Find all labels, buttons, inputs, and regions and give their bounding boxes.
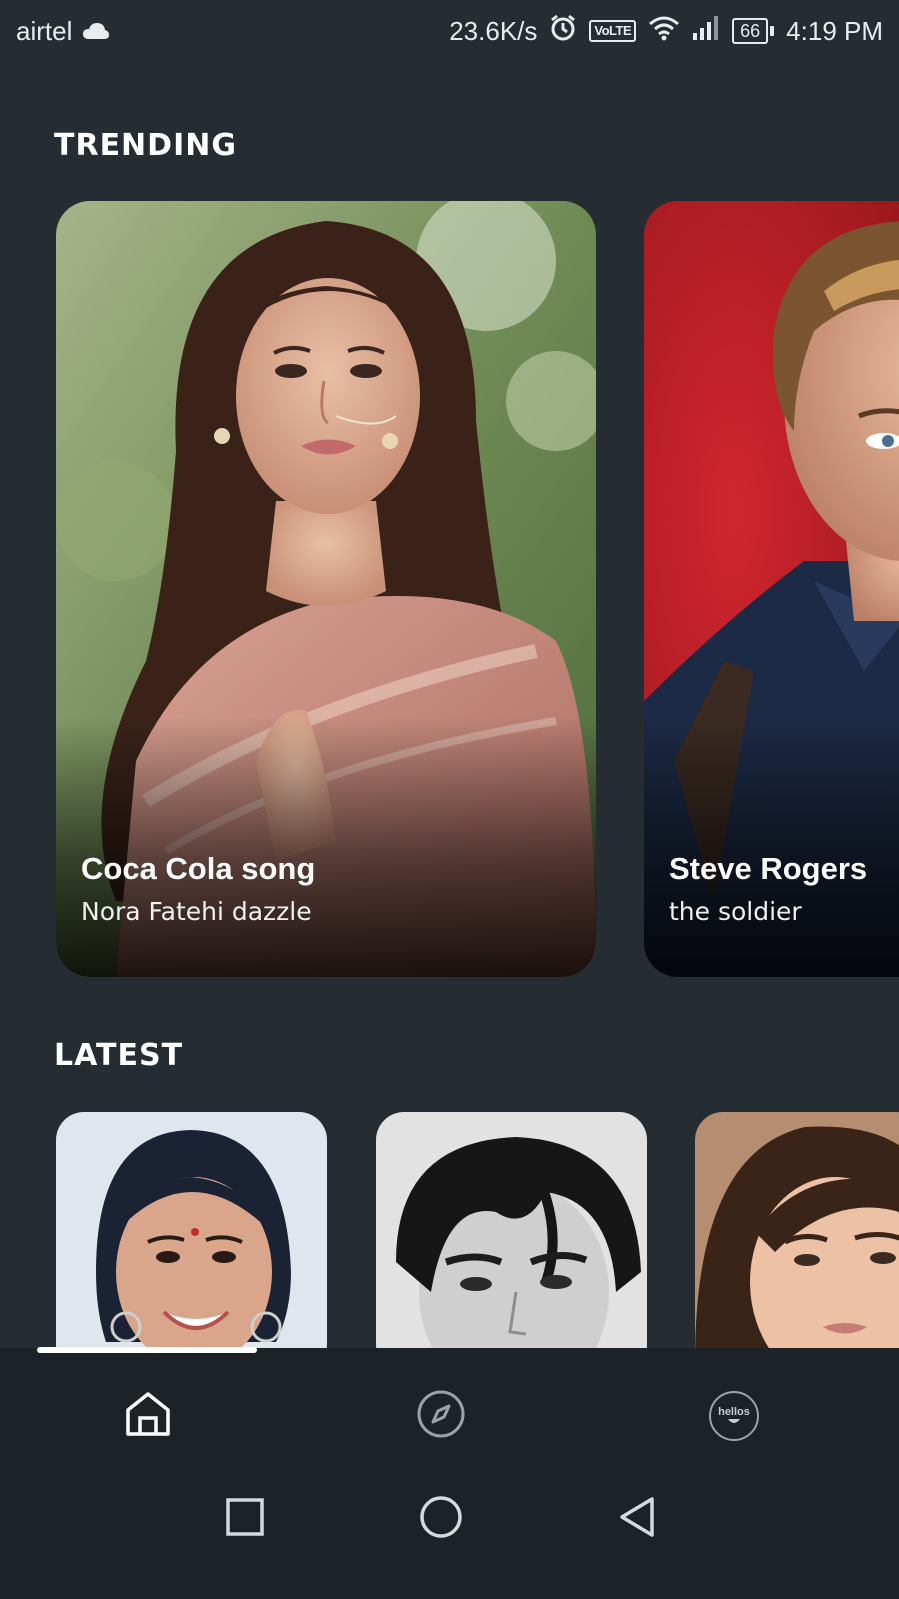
battery-icon: 66 [732, 18, 775, 44]
alarm-icon [549, 14, 577, 49]
status-bar: airtel 23.6K/s VoLTE 66 4:19 PM [0, 0, 899, 62]
trending-card[interactable]: Coca Cola song Nora Fatehi dazzle [56, 201, 596, 977]
nav-explore-button[interactable] [413, 1388, 469, 1444]
home-icon [122, 1388, 174, 1445]
latest-card-image [56, 1112, 327, 1372]
latest-card[interactable] [56, 1112, 327, 1372]
latest-card-image [376, 1112, 647, 1372]
app-screen: airtel 23.6K/s VoLTE 66 4:19 PM TRENDING… [0, 0, 899, 1599]
square-icon [225, 1497, 265, 1542]
trending-card-title: Coca Cola song [81, 851, 316, 886]
back-triangle-icon [616, 1495, 658, 1544]
cloud-icon [82, 16, 110, 47]
network-speed: 23.6K/s [449, 15, 538, 46]
back-button[interactable] [612, 1494, 662, 1544]
compass-icon [416, 1389, 466, 1444]
active-tab-indicator [37, 1347, 257, 1353]
trending-card[interactable]: Steve Rogers the soldier [644, 201, 899, 977]
battery-level: 66 [732, 18, 769, 44]
status-right: 23.6K/s VoLTE 66 4:19 PM [449, 14, 883, 49]
trending-card-title: Steve Rogers [669, 851, 868, 886]
nav-home-button[interactable] [120, 1388, 176, 1444]
circle-icon [419, 1495, 463, 1544]
system-home-button[interactable] [416, 1494, 466, 1544]
status-left: airtel [16, 16, 110, 47]
hellos-icon: hellos [709, 1391, 759, 1441]
latest-section-title: LATEST [54, 1038, 184, 1073]
trending-card-subtitle: the soldier [669, 897, 802, 926]
latest-card[interactable] [376, 1112, 647, 1372]
latest-card-image [695, 1112, 899, 1372]
latest-card[interactable] [695, 1112, 899, 1372]
signal-icon [692, 15, 720, 48]
clock: 4:19 PM [786, 15, 883, 46]
carrier-label: airtel [16, 15, 73, 46]
hellos-label: hellos [718, 1405, 750, 1418]
volte-badge: VoLTE [589, 20, 637, 42]
wifi-icon [648, 15, 680, 48]
trending-section-title: TRENDING [54, 128, 237, 163]
nav-hellos-button[interactable]: hellos [706, 1388, 762, 1444]
recent-apps-button[interactable] [220, 1494, 270, 1544]
trending-card-subtitle: Nora Fatehi dazzle [81, 897, 312, 926]
